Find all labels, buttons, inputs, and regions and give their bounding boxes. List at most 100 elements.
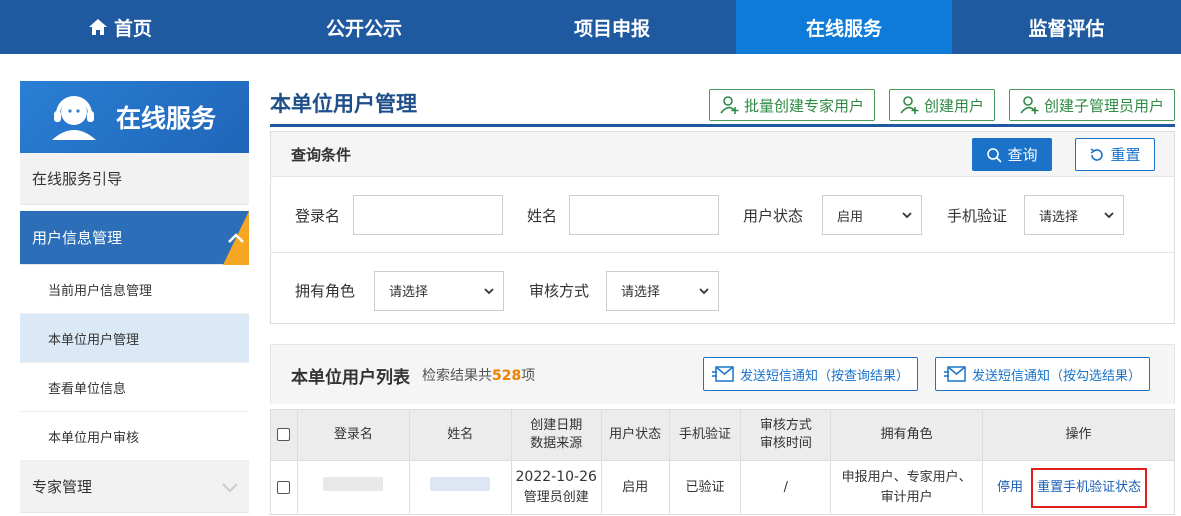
batch-create-expert-button[interactable]: 批量创建专家用户 xyxy=(708,89,875,121)
cell-audit: / xyxy=(740,460,832,515)
login-name-label: 登录名 xyxy=(295,206,341,225)
query-header: 查询条件 查询 重置 xyxy=(271,132,1174,177)
query-panel: 查询条件 查询 重置 登录名 姓名 用户状态 启用 手机验证 请选择 拥有角色 … xyxy=(270,131,1175,324)
chevron-up-icon xyxy=(228,232,244,243)
sidebar-item-expert-label: 专家管理 xyxy=(32,478,93,496)
nav-public[interactable]: 公开公示 xyxy=(240,0,488,54)
col-created: 创建日期 数据来源 xyxy=(510,409,602,461)
nav-home-label: 首页 xyxy=(113,17,152,40)
user-list-header: 本单位用户列表 检索结果共528项 发送短信通知（按查询结果） 发送短信通知（按… xyxy=(270,344,1175,404)
count-number: 528 xyxy=(492,368,522,384)
query-row-2: 拥有角色 请选择 审核方式 请选择 xyxy=(271,253,1174,328)
cell-phone-verified: 已验证 xyxy=(668,460,742,515)
add-user-icon xyxy=(900,96,919,114)
chevron-down-icon xyxy=(484,287,494,294)
sms-by-checked-button[interactable]: 发送短信通知（按勾选结果） xyxy=(935,357,1151,391)
cell-login-redacted xyxy=(296,460,410,515)
roles-line1: 申报用户、专家用户、 xyxy=(841,469,972,485)
sms-by-query-button[interactable]: 发送短信通知（按查询结果） xyxy=(703,357,919,391)
created-date: 2022-10-26 xyxy=(515,469,597,485)
sidebar-item-unit-users-label: 本单位用户管理 xyxy=(48,332,140,348)
batch-create-expert-label: 批量创建专家用户 xyxy=(743,96,864,115)
user-list-title: 本单位用户列表 xyxy=(291,368,410,388)
create-sub-admin-button[interactable]: 创建子管理员用户 xyxy=(1008,89,1175,121)
user-status-value: 启用 xyxy=(837,209,864,225)
sidebar-item-current-user-label: 当前用户信息管理 xyxy=(48,283,153,299)
table-header-row: 登录名 姓名 创建日期 数据来源 用户状态 手机验证 审核方式 审核时间 拥有角色 … xyxy=(270,409,1176,461)
sidebar-item-guide-label: 在线服务引导 xyxy=(32,170,123,188)
count-suffix: 项 xyxy=(521,368,536,384)
sidebar-item-current-user[interactable]: 当前用户信息管理 xyxy=(20,265,249,314)
col-phone: 手机验证 xyxy=(668,409,742,461)
data-source: 管理员创建 xyxy=(523,490,589,505)
roles-line2: 审计用户 xyxy=(880,489,933,505)
phone-verify-value: 请选择 xyxy=(1039,209,1079,225)
reset-button[interactable]: 重置 xyxy=(1075,138,1155,171)
row-select-cell xyxy=(270,460,298,515)
sidebar-item-guide[interactable]: 在线服务引导 xyxy=(20,153,249,205)
sidebar-group-user-info[interactable]: 用户信息管理 xyxy=(20,211,249,265)
chevron-down-icon xyxy=(1104,212,1114,219)
col-status: 用户状态 xyxy=(600,409,670,461)
cell-name-redacted xyxy=(408,460,512,515)
col-roles: 拥有角色 xyxy=(830,409,983,461)
select-all-checkbox[interactable] xyxy=(277,428,291,441)
search-icon xyxy=(987,147,1003,163)
user-status-label: 用户状态 xyxy=(743,206,804,225)
reset-button-label: 重置 xyxy=(1110,146,1141,164)
disable-user-link[interactable]: 停用 xyxy=(997,480,1023,495)
table-row: 2022-10-26 管理员创建 启用 已验证 / 申报用户、专家用户、 审计用户 … xyxy=(270,460,1176,515)
search-result-count: 检索结果共528项 xyxy=(422,365,535,385)
login-name-input[interactable] xyxy=(353,195,503,235)
top-navigation: 首页 公开公示 项目申报 在线服务 监督评估 xyxy=(0,0,1181,54)
nav-supervision[interactable]: 监督评估 xyxy=(952,0,1181,54)
audit-method-select[interactable]: 请选择 xyxy=(606,270,719,311)
audit-method-value: 请选择 xyxy=(621,285,661,300)
role-label: 拥有角色 xyxy=(295,282,356,300)
sidebar: 在线服务 在线服务引导 用户信息管理 当前用户信息管理 本单位用户管理 查看单位… xyxy=(20,81,249,513)
cell-created: 2022-10-26 管理员创建 xyxy=(510,460,602,515)
nav-project-label: 项目申报 xyxy=(573,17,650,40)
name-label: 姓名 xyxy=(527,206,558,225)
sidebar-item-unit-audit[interactable]: 本单位用户审核 xyxy=(20,412,249,461)
col-audit-line2: 审核时间 xyxy=(759,436,812,451)
create-user-button[interactable]: 创建用户 xyxy=(888,89,995,121)
redacted-user-name xyxy=(430,477,491,491)
phone-verify-label: 手机验证 xyxy=(947,206,1008,225)
sidebar-group-user-info-label: 用户信息管理 xyxy=(32,229,123,247)
customer-service-icon xyxy=(52,96,96,140)
nav-online-service-label: 在线服务 xyxy=(805,17,882,40)
sidebar-item-unit-info[interactable]: 查看单位信息 xyxy=(20,363,249,412)
home-icon xyxy=(88,19,107,35)
row-checkbox[interactable] xyxy=(277,480,291,494)
col-created-line2: 数据来源 xyxy=(530,436,583,451)
query-button-label: 查询 xyxy=(1007,146,1038,164)
role-select[interactable]: 请选择 xyxy=(374,270,504,311)
mail-icon xyxy=(712,366,734,382)
col-ops: 操作 xyxy=(981,409,1176,461)
nav-home[interactable]: 首页 xyxy=(0,0,240,54)
phone-verify-select[interactable]: 请选择 xyxy=(1024,195,1124,235)
add-user-icon xyxy=(720,96,739,114)
query-title: 查询条件 xyxy=(291,145,352,164)
query-button[interactable]: 查询 xyxy=(972,138,1052,171)
chevron-down-icon xyxy=(699,287,709,294)
user-status-select[interactable]: 启用 xyxy=(822,195,922,235)
sidebar-header-label: 在线服务 xyxy=(116,104,217,133)
name-input[interactable] xyxy=(569,195,719,235)
sidebar-item-unit-users[interactable]: 本单位用户管理 xyxy=(20,314,249,363)
page-title: 本单位用户管理 xyxy=(270,91,417,116)
col-audit-line1: 审核方式 xyxy=(759,418,812,433)
reset-phone-verify-link[interactable]: 重置手机验证状态 xyxy=(1037,480,1141,495)
role-value: 请选择 xyxy=(389,285,429,300)
col-audit: 审核方式 审核时间 xyxy=(740,409,832,461)
sidebar-item-expert[interactable]: 专家管理 xyxy=(20,461,249,513)
col-created-line1: 创建日期 xyxy=(530,418,583,433)
title-row: 本单位用户管理 批量创建专家用户 创建用户 创建子管理员用户 xyxy=(270,81,1175,127)
sidebar-header: 在线服务 xyxy=(20,81,249,153)
nav-online-service[interactable]: 在线服务 xyxy=(736,0,952,54)
nav-project[interactable]: 项目申报 xyxy=(488,0,736,54)
user-table: 登录名 姓名 创建日期 数据来源 用户状态 手机验证 审核方式 审核时间 拥有角色 … xyxy=(270,409,1176,515)
cell-ops: 停用 重置手机验证状态 xyxy=(981,460,1176,515)
redacted-login-name xyxy=(323,477,384,491)
